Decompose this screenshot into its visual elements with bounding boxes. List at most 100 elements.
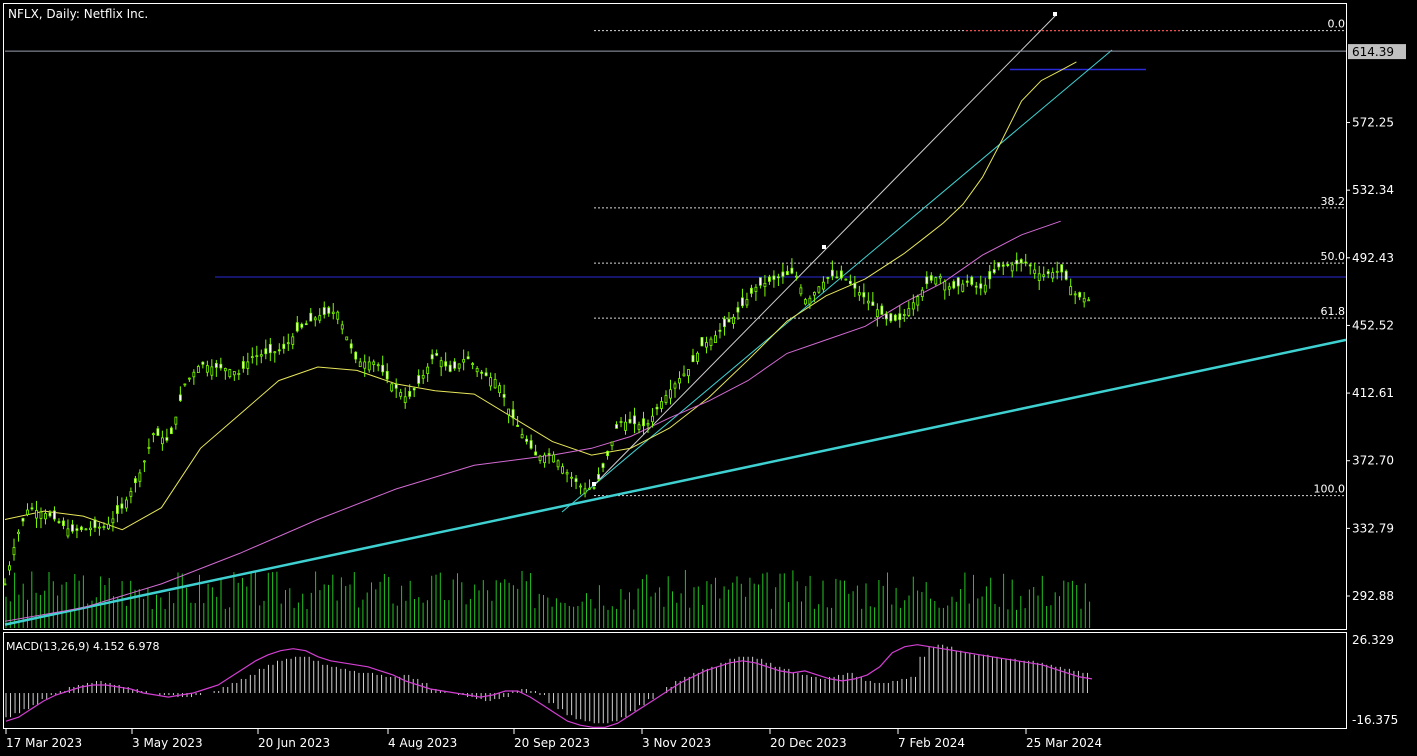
candle-body	[777, 276, 780, 279]
candle-body	[385, 371, 389, 380]
candle-body	[574, 478, 578, 482]
candle-body	[637, 424, 641, 430]
candle-body	[983, 284, 987, 293]
candle-body	[1033, 269, 1037, 274]
macd-axis-label: -16.375	[1352, 713, 1398, 727]
candle-body	[196, 366, 200, 373]
candle-body	[26, 509, 29, 515]
candle-body	[660, 401, 663, 409]
candle-body	[1060, 264, 1064, 273]
candle-body	[835, 276, 839, 279]
chart-title: NFLX, Daily: Netflix Inc.	[8, 7, 148, 21]
candle-body	[669, 389, 672, 399]
candle-body	[147, 446, 151, 449]
candle-body	[682, 373, 686, 377]
candle-body	[673, 383, 677, 389]
candle-body	[979, 283, 983, 289]
candle-body	[160, 437, 164, 445]
candle-body	[633, 415, 636, 425]
candle-body	[457, 363, 461, 369]
candle-body	[1024, 261, 1028, 264]
candle-body	[210, 366, 214, 376]
candle-body	[8, 565, 11, 571]
candle-body	[920, 289, 924, 298]
candle-body	[961, 283, 965, 292]
candle-body	[547, 453, 551, 456]
candle-body	[93, 519, 97, 528]
candle-body	[552, 454, 555, 463]
x-tick-label: 7 Feb 2024	[898, 736, 965, 750]
candle-body	[592, 487, 596, 489]
x-tick-label: 25 Mar 2024	[1026, 736, 1102, 750]
candle-body	[597, 474, 600, 480]
macd-indicator: 26.329 -16.375	[5, 633, 1398, 728]
candle-body	[947, 286, 951, 290]
candle-body	[925, 276, 929, 285]
candle-body	[821, 281, 825, 290]
candle-body	[696, 352, 699, 362]
candle-body	[759, 277, 762, 286]
candle-body	[84, 528, 88, 531]
macd-pane-frame	[3, 632, 1347, 729]
y-tick-label: 532.34	[1352, 183, 1394, 197]
candle-body	[1042, 274, 1046, 277]
candle-body	[201, 361, 205, 365]
candle-body	[3, 583, 7, 586]
candle-body	[381, 364, 385, 373]
fibonacci-levels: 0.0 38.2 50.0 61.8 100.0	[594, 18, 1346, 497]
candle-body	[839, 270, 843, 279]
swing-low-marker	[592, 482, 596, 486]
candle-body	[259, 354, 263, 357]
candle-body	[830, 269, 834, 277]
candle-body	[372, 361, 376, 365]
candle-body	[30, 507, 34, 510]
candle-body	[763, 282, 767, 287]
candle-body	[862, 292, 866, 298]
candle-body	[102, 526, 106, 529]
candle-body	[327, 307, 331, 314]
candle-body	[62, 520, 65, 527]
candle-body	[394, 384, 398, 389]
candle-body	[403, 396, 407, 403]
candle-body	[750, 287, 753, 294]
candle-body	[165, 437, 169, 441]
candle-body	[1069, 286, 1073, 296]
candle-body	[318, 315, 322, 321]
candle-body	[453, 361, 457, 369]
candle-body	[489, 377, 493, 387]
y-tick-label: 452.52	[1352, 318, 1394, 332]
x-tick-label: 3 Nov 2023	[642, 736, 711, 750]
candle-body	[493, 379, 497, 389]
candle-body	[534, 451, 537, 456]
candle-body	[313, 317, 317, 321]
candle-body	[273, 351, 277, 354]
candle-body	[664, 395, 668, 403]
candle-body	[448, 364, 452, 372]
candle-body	[426, 366, 430, 374]
candle-body	[538, 455, 542, 461]
candle-body	[129, 491, 133, 497]
y-tick-label: 412.61	[1352, 386, 1394, 400]
price-chart[interactable]: 0.0 38.2 50.0 61.8 100.0 572.25 532.34 492.43 4…	[0, 0, 1417, 756]
candle-body	[367, 361, 371, 371]
candle-body	[471, 363, 475, 366]
candle-body	[349, 343, 353, 349]
candle-body	[655, 406, 659, 410]
candle-body	[871, 301, 875, 306]
candle-body	[808, 297, 812, 305]
candle-body	[21, 518, 25, 522]
candle-body	[250, 356, 254, 359]
candle-body	[1037, 273, 1041, 281]
candle-body	[277, 349, 281, 352]
candle-body	[929, 275, 933, 281]
fib-label: 61.8	[1321, 305, 1346, 318]
candle-body	[66, 528, 70, 537]
candle-body	[255, 355, 259, 358]
candle-body	[12, 547, 16, 556]
price-axis: 572.25 532.34 492.43 452.52 412.61 372.70 332.…	[5, 50, 1394, 603]
candle-body	[565, 472, 569, 475]
candle-body	[48, 512, 52, 517]
candle-body	[754, 286, 758, 292]
candle-body	[358, 361, 362, 368]
candle-body	[408, 391, 412, 397]
